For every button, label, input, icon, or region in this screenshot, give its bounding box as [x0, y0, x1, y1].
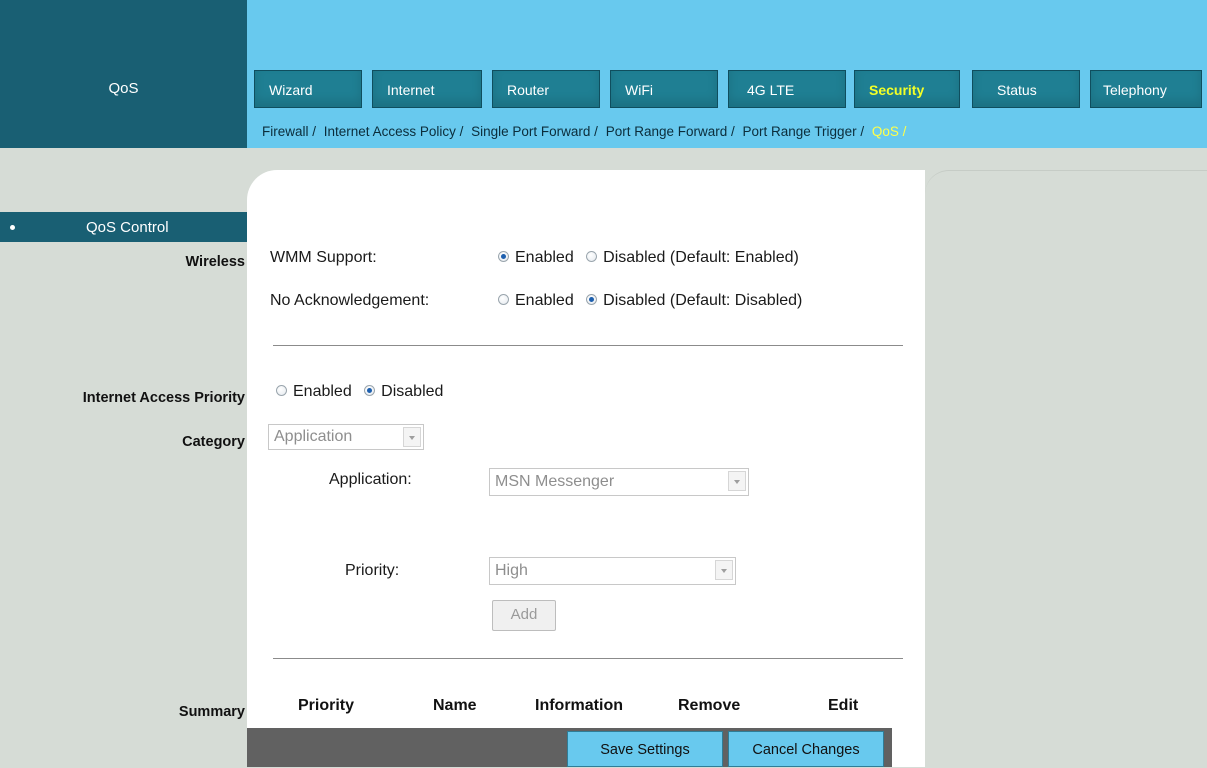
- help-panel: [925, 170, 1207, 768]
- tab-wizard[interactable]: Wizard: [254, 70, 362, 108]
- wmm-disabled-label: Disabled (Default: Enabled): [603, 249, 799, 266]
- summary-col-edit: Edit: [828, 697, 859, 714]
- category-value: Application: [274, 428, 353, 445]
- wmm-radio-group: Enabled Disabled (Default: Enabled): [498, 249, 799, 267]
- cancel-changes-button[interactable]: Cancel Changes: [728, 731, 884, 767]
- pointer-arrow-icon: [247, 212, 263, 242]
- chevron-down-icon: [403, 427, 421, 447]
- tab-internet[interactable]: Internet: [372, 70, 482, 108]
- sidebar-item-label: QoS Control: [86, 219, 169, 236]
- sidebar-item-qos-control[interactable]: QoS Control: [0, 212, 247, 242]
- category-select[interactable]: Application: [268, 424, 424, 450]
- subnav-firewall[interactable]: Firewall /: [262, 124, 316, 139]
- divider: [273, 658, 903, 659]
- divider: [273, 345, 903, 346]
- subnav-qos[interactable]: QoS /: [872, 124, 907, 139]
- no-ack-label: No Acknowledgement:: [270, 292, 430, 309]
- tab-telephony[interactable]: Telephony: [1090, 70, 1202, 108]
- priority-label: Priority:: [345, 562, 400, 579]
- tab-4g-lte[interactable]: 4G LTE: [728, 70, 846, 108]
- no-ack-radio-group: Enabled Disabled (Default: Disabled): [498, 292, 802, 310]
- wmm-support-label: WMM Support:: [270, 249, 377, 266]
- section-title: QoS: [108, 80, 139, 97]
- application-label: Application:: [329, 471, 412, 488]
- no-ack-enabled-label: Enabled: [515, 292, 574, 309]
- no-ack-disabled-radio[interactable]: [586, 294, 598, 306]
- tab-wifi[interactable]: WiFi: [610, 70, 718, 108]
- tab-status[interactable]: Status: [972, 70, 1080, 108]
- bullet-icon: [10, 225, 15, 230]
- chevron-down-icon: [715, 560, 733, 580]
- summary-col-priority: Priority: [298, 697, 355, 714]
- iap-enabled-label: Enabled: [293, 383, 352, 400]
- tab-router[interactable]: Router: [492, 70, 600, 108]
- priority-value: High: [495, 562, 528, 579]
- subnav-single-port-forward[interactable]: Single Port Forward /: [471, 124, 598, 139]
- sub-navigation: Firewall / Internet Access Policy / Sing…: [262, 124, 1207, 146]
- summary-col-information: Information: [535, 697, 623, 714]
- tab-security[interactable]: Security: [854, 70, 960, 108]
- iap-disabled-radio[interactable]: [364, 385, 376, 397]
- main-tabs: Wizard Internet Router WiFi 4G LTE Secur…: [254, 70, 1207, 110]
- application-select[interactable]: MSN Messenger: [489, 468, 749, 496]
- wmm-disabled-radio[interactable]: [586, 251, 598, 263]
- wmm-enabled-radio[interactable]: [498, 251, 509, 263]
- no-ack-disabled-label: Disabled (Default: Disabled): [603, 292, 803, 309]
- subnav-port-range-forward[interactable]: Port Range Forward /: [606, 124, 735, 139]
- no-ack-enabled-radio[interactable]: [498, 294, 509, 306]
- iap-radio-group: Enabled Disabled: [276, 383, 443, 401]
- section-header: QoS: [0, 0, 247, 148]
- priority-select[interactable]: High: [489, 557, 736, 585]
- add-button[interactable]: Add: [492, 600, 556, 631]
- label-internet-access-priority: Internet Access Priority: [82, 390, 245, 406]
- subnav-internet-access-policy[interactable]: Internet Access Policy /: [324, 124, 464, 139]
- label-category: Category: [182, 434, 245, 450]
- wmm-enabled-label: Enabled: [515, 249, 574, 266]
- application-value: MSN Messenger: [495, 473, 615, 490]
- iap-enabled-radio[interactable]: [276, 385, 287, 397]
- save-settings-button[interactable]: Save Settings: [567, 731, 723, 767]
- iap-disabled-label: Disabled: [381, 383, 444, 400]
- summary-col-name: Name: [433, 697, 477, 714]
- subnav-port-range-trigger[interactable]: Port Range Trigger /: [743, 124, 865, 139]
- summary-col-remove: Remove: [678, 697, 741, 714]
- label-summary: Summary: [178, 704, 245, 720]
- label-wireless: Wireless: [185, 254, 245, 270]
- chevron-down-icon: [728, 471, 746, 491]
